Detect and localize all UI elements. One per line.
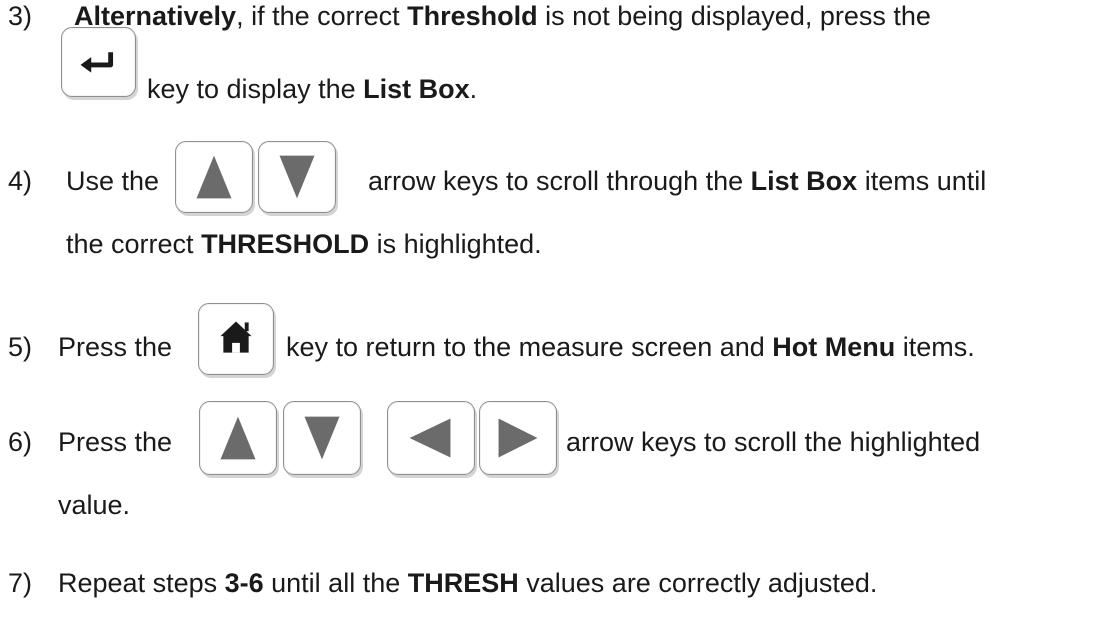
- step-4-line-2: the correct THRESHOLD is highlighted.: [66, 229, 542, 259]
- step-4-number: 4): [8, 166, 33, 196]
- home-icon: [220, 321, 252, 353]
- left-arrow-icon: [409, 418, 451, 458]
- step-3-line-2: key to display the List Box.: [147, 74, 478, 104]
- step-7-line-1: Repeat steps 3-6 until all the THRESH va…: [58, 568, 878, 598]
- right-arrow-icon: [498, 418, 538, 458]
- step-5-number: 5): [8, 332, 33, 362]
- down-arrow-icon: [304, 416, 340, 460]
- up-arrow-key: [199, 401, 277, 475]
- home-key: [198, 303, 274, 375]
- step-4-use-the: Use the: [66, 166, 160, 196]
- step-4-line-1: arrow keys to scroll through the List Bo…: [368, 166, 987, 196]
- step-6-line-2: value.: [58, 490, 131, 520]
- down-arrow-icon: [279, 155, 315, 199]
- enter-icon: [80, 52, 114, 73]
- up-arrow-key: [175, 141, 253, 213]
- step-3-number: 3): [8, 1, 33, 31]
- step-3-line-1: Alternatively, if the correct Threshold …: [74, 1, 931, 31]
- up-arrow-icon: [220, 416, 256, 460]
- step-6-line-1: arrow keys to scroll the highlighted: [566, 427, 981, 457]
- step-7-number: 7): [8, 568, 33, 598]
- step-6-press-the: Press the: [58, 427, 173, 457]
- step-5-press-the: Press the: [58, 332, 173, 362]
- down-arrow-key: [258, 141, 336, 213]
- down-arrow-key: [283, 401, 361, 475]
- up-arrow-icon: [196, 155, 232, 199]
- step-6-number: 6): [8, 427, 33, 457]
- step-5-line-1: key to return to the measure screen and …: [286, 332, 975, 362]
- left-arrow-key: [387, 401, 475, 475]
- right-arrow-key: [479, 401, 557, 475]
- enter-key: [61, 27, 136, 97]
